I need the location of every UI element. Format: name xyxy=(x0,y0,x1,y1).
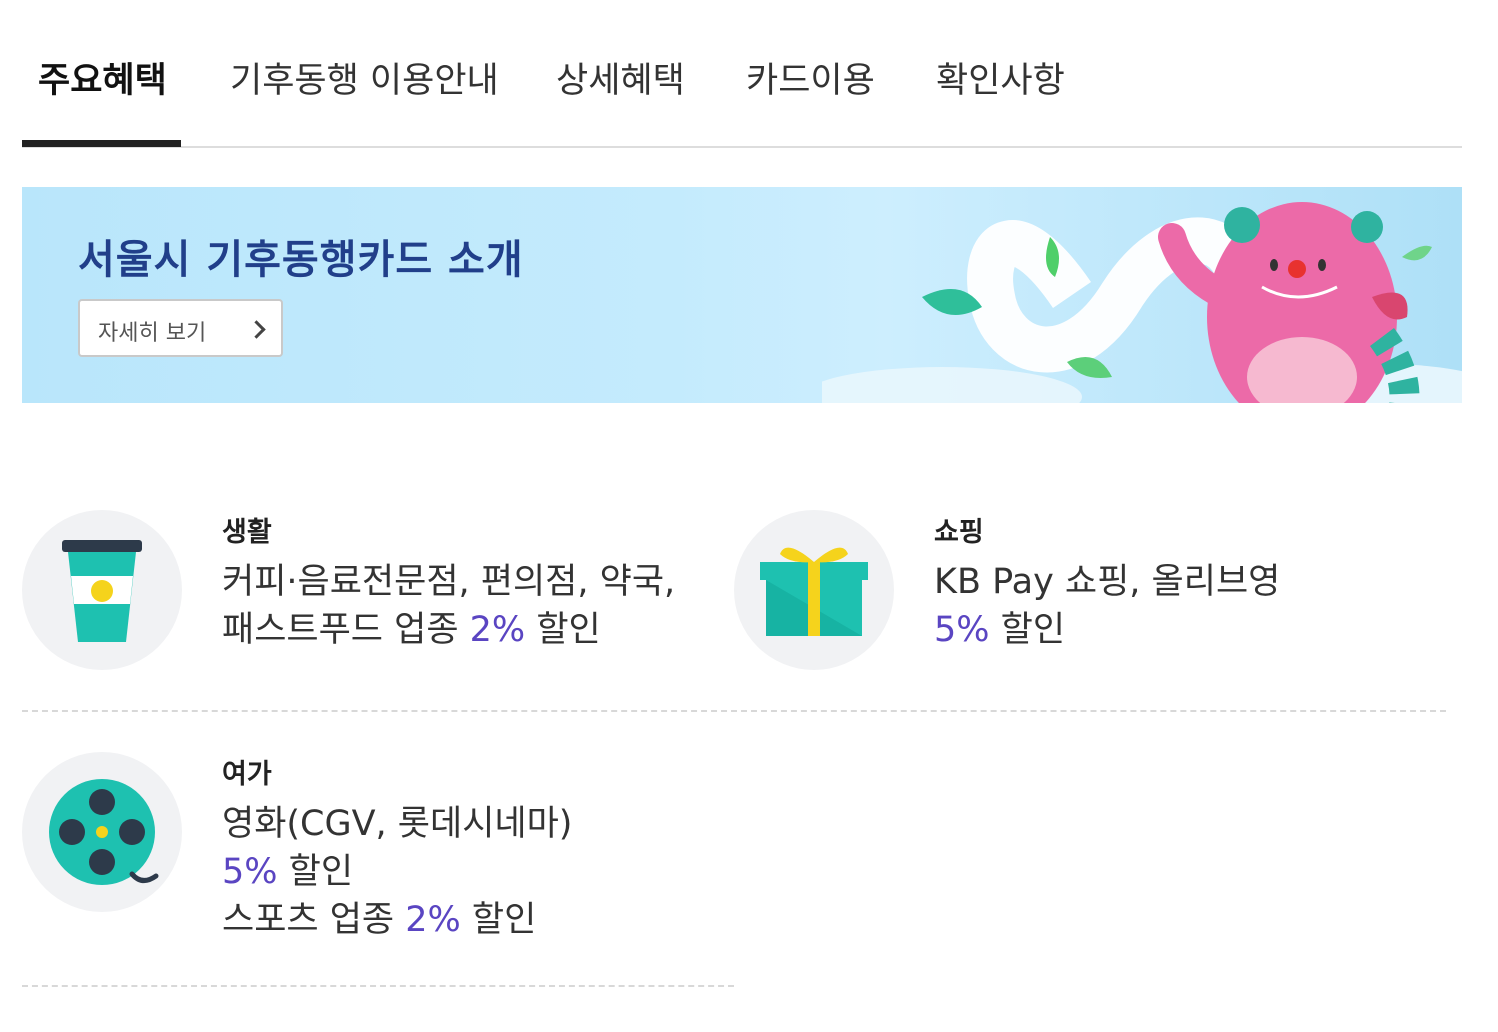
tab-detailed-benefits[interactable]: 상세혜택 xyxy=(556,58,685,148)
tab-bar: 주요혜택 기후동행 이용안내 상세혜택 카드이용 확인사항 xyxy=(22,0,1462,148)
benefit-divider xyxy=(22,710,1446,712)
benefit-leisure-description: 영화(CGV, 롯데시네마) xyxy=(222,804,573,844)
benefit-life-discount: 패스트푸드 업종 2% 할인 xyxy=(222,610,601,650)
chevron-right-icon xyxy=(247,320,266,339)
promo-banner[interactable]: 서울시 기후동행카드 소개 자세히 보기 xyxy=(22,187,1462,403)
active-tab-indicator xyxy=(22,140,181,147)
discount-rate: 2% xyxy=(405,900,461,940)
banner-mascot-illustration xyxy=(822,202,1462,403)
view-details-label: 자세히 보기 xyxy=(98,321,207,346)
benefit-divider xyxy=(22,985,734,987)
discount-rate: 5% xyxy=(934,610,990,650)
benefit-shopping-discount: 5% 할인 xyxy=(934,610,1066,650)
discount-rate: 2% xyxy=(469,610,526,650)
tab-card-usage[interactable]: 카드이용 xyxy=(746,58,875,148)
view-details-button[interactable]: 자세히 보기 xyxy=(78,299,283,357)
benefit-category-shopping: 쇼핑 xyxy=(934,517,984,548)
benefit-shopping-description: KB Pay 쇼핑, 올리브영 xyxy=(934,562,1281,602)
benefit-leisure-sports-discount: 스포츠 업종 2% 할인 xyxy=(222,900,537,940)
tab-main-benefits[interactable]: 주요혜택 xyxy=(38,58,167,148)
tab-climate-guide[interactable]: 기후동행 이용안내 xyxy=(230,58,499,148)
tab-notices[interactable]: 확인사항 xyxy=(936,58,1065,148)
banner-title: 서울시 기후동행카드 소개 xyxy=(78,237,524,283)
discount-rate: 5% xyxy=(222,852,278,892)
film-reel-icon xyxy=(22,752,182,912)
benefit-leisure-movie-discount: 5% 할인 xyxy=(222,852,354,892)
coffee-cup-icon xyxy=(22,510,182,670)
gift-box-icon xyxy=(734,510,894,670)
benefit-life-description: 커피·음료전문점, 편의점, 약국, xyxy=(222,562,676,602)
benefit-category-leisure: 여가 xyxy=(222,759,272,790)
benefit-category-life: 생활 xyxy=(222,517,272,548)
